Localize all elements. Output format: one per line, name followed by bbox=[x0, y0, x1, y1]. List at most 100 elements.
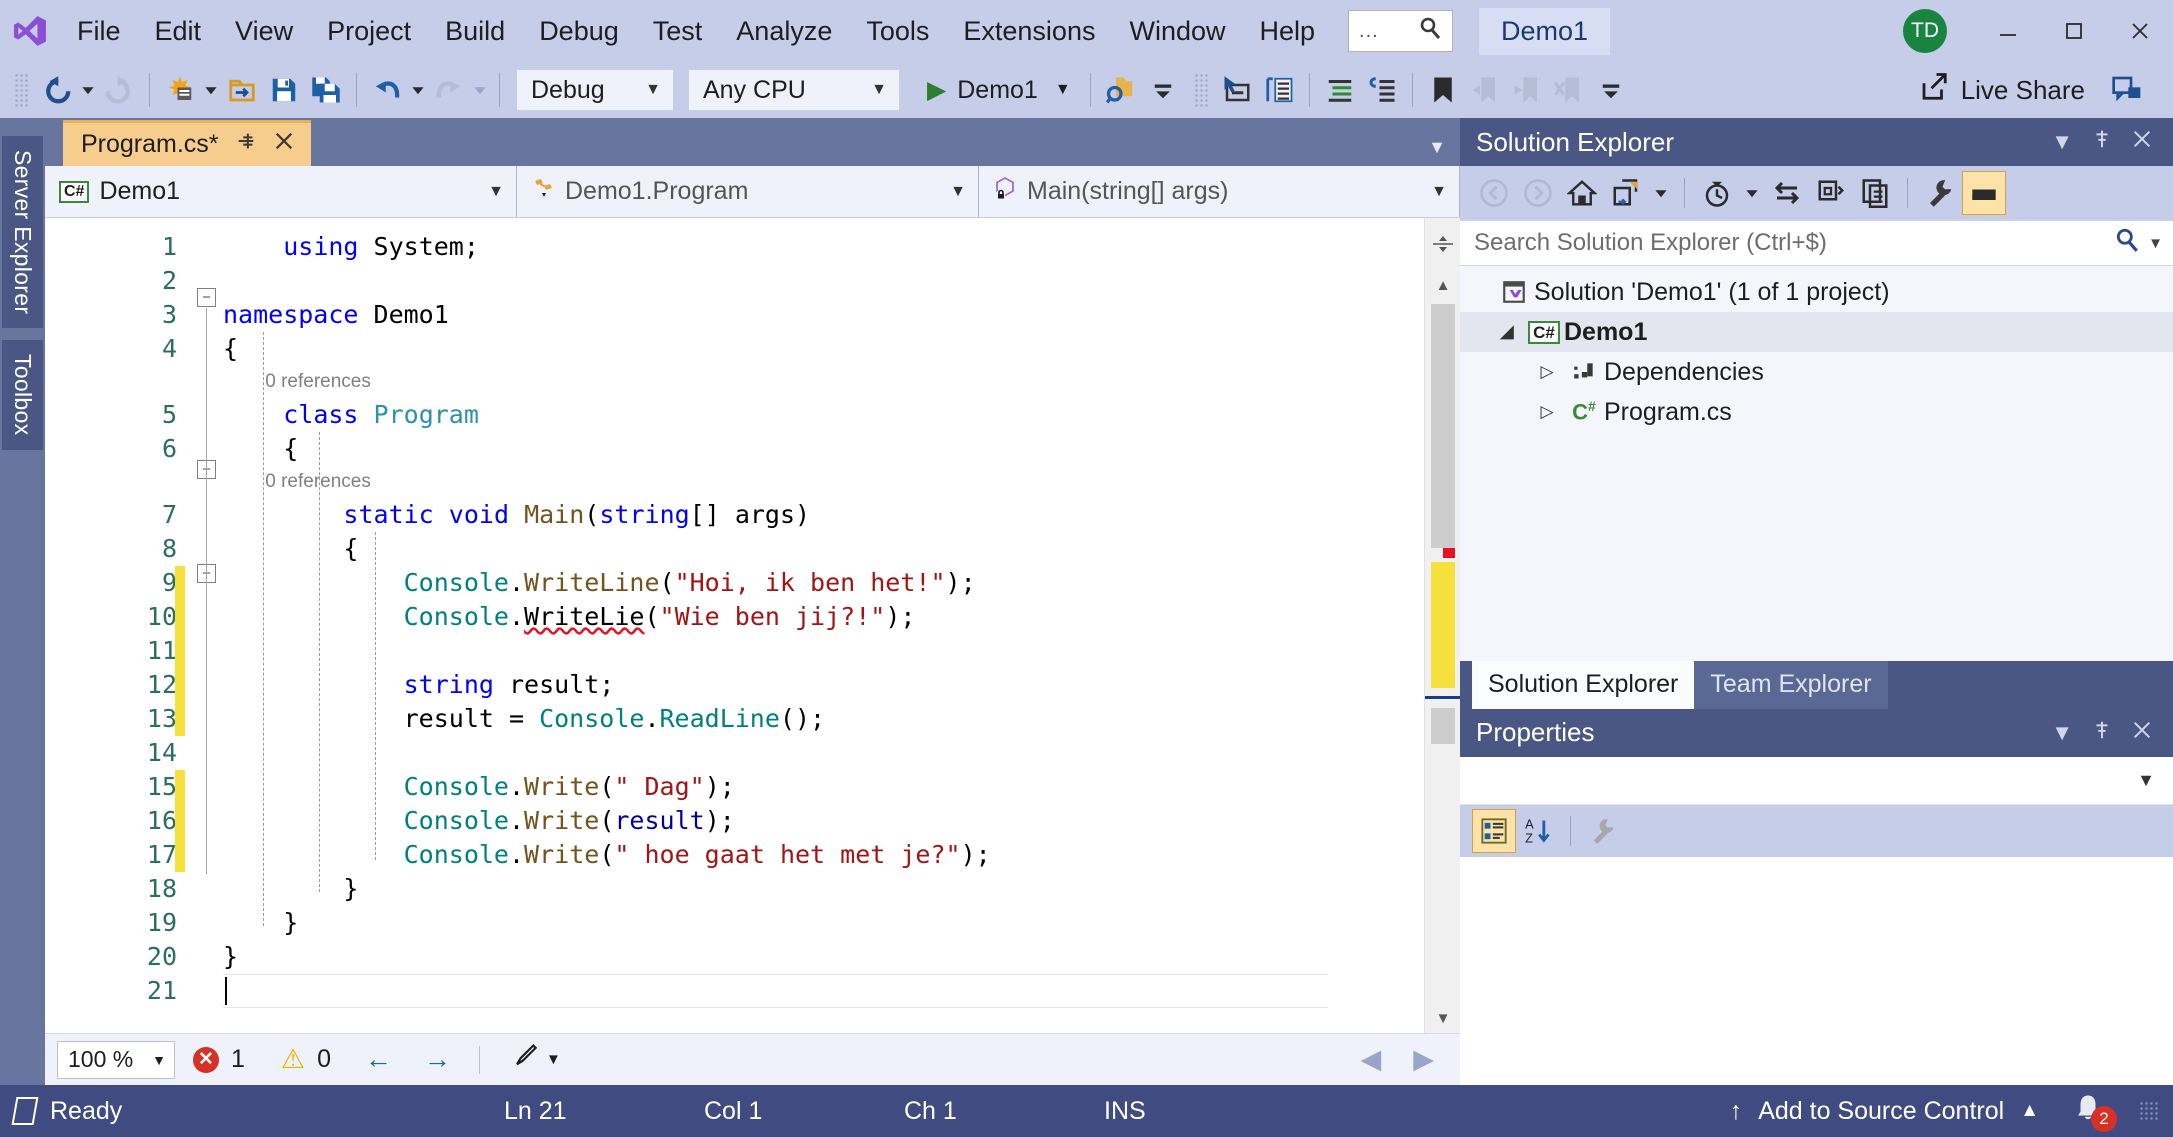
code-editor[interactable]: 1234 56 7 8 9 10 11 12 13 14 15 16 17 18 19 20 21 − − … bbox=[45, 218, 1460, 1033]
chevron-collapsed-icon[interactable]: ▷ bbox=[1530, 362, 1564, 382]
search-solution-explorer-input[interactable]: Search Solution Explorer (Ctrl+$) ▼ bbox=[1460, 220, 2173, 266]
code-line[interactable] bbox=[223, 634, 1424, 668]
menu-item-window[interactable]: Window bbox=[1112, 0, 1242, 62]
tree-node-project-demo1[interactable]: ◢ C# Demo1 bbox=[1460, 312, 2173, 352]
uncomment-icon[interactable] bbox=[1361, 69, 1403, 111]
scroll-up-icon[interactable]: ▲ bbox=[1425, 270, 1460, 300]
code-line[interactable]: } bbox=[223, 940, 1424, 974]
toolbar-grip[interactable] bbox=[1193, 73, 1208, 107]
tab-solution-explorer[interactable]: Solution Explorer bbox=[1472, 660, 1695, 709]
solution-tree[interactable]: Solution 'Demo1' (1 of 1 project) ◢ C# D… bbox=[1460, 266, 2173, 661]
code-line[interactable] bbox=[223, 736, 1424, 770]
editor-vertical-scrollbar[interactable]: ▲ ▼ bbox=[1424, 218, 1460, 1033]
code-line[interactable]: namespace Demo1 bbox=[223, 298, 1424, 332]
code-text[interactable]: using System; namespace Demo1{ 0 referen… bbox=[223, 218, 1424, 1033]
error-count-item[interactable]: ✕ 1 bbox=[175, 1045, 263, 1074]
chevron-down-icon[interactable]: ▼ bbox=[1428, 137, 1446, 158]
scrollbar-thumb[interactable] bbox=[1431, 304, 1455, 548]
add-to-source-control-button[interactable]: ↑ Add to Source Control ▲ bbox=[1714, 1097, 2055, 1126]
previous-issue-icon[interactable]: ← bbox=[349, 1044, 408, 1075]
chevron-down-icon[interactable]: ▼ bbox=[2051, 129, 2073, 155]
close-icon[interactable] bbox=[2131, 128, 2153, 156]
navigate-back-icon[interactable] bbox=[36, 69, 78, 111]
scroll-down-icon[interactable]: ▼ bbox=[1425, 1003, 1460, 1033]
menu-item-extensions[interactable]: Extensions bbox=[946, 0, 1112, 62]
chevron-down-icon[interactable] bbox=[1648, 171, 1674, 215]
navbar-project-dropdown[interactable]: C# Demo1 ▼ bbox=[45, 166, 517, 217]
pending-changes-icon[interactable] bbox=[1604, 171, 1648, 215]
chevron-expanded-icon[interactable]: ◢ bbox=[1490, 322, 1524, 342]
scroll-right-icon[interactable]: ▶ bbox=[1397, 1044, 1460, 1075]
search-icon[interactable] bbox=[2114, 227, 2148, 260]
alphabetical-sort-icon[interactable]: AZ bbox=[1516, 809, 1560, 853]
menu-item-project[interactable]: Project bbox=[310, 0, 428, 62]
new-project-dropdown-icon[interactable] bbox=[201, 83, 221, 97]
pointer-box-icon[interactable] bbox=[1216, 69, 1258, 111]
code-line[interactable]: Console.Write(" Dag"); bbox=[223, 770, 1424, 804]
editor-split-handle[interactable] bbox=[1425, 218, 1460, 270]
properties-grid[interactable] bbox=[1460, 856, 2173, 1085]
code-line[interactable]: { bbox=[223, 432, 1424, 466]
fold-toggle-namespace[interactable]: − bbox=[197, 288, 216, 307]
code-line[interactable]: using System; bbox=[223, 230, 1424, 264]
code-line[interactable]: Console.WriteLine("Hoi, ik ben het!"); bbox=[223, 566, 1424, 600]
toolbar-grip[interactable] bbox=[14, 73, 28, 107]
menu-item-edit[interactable]: Edit bbox=[138, 0, 219, 62]
search-folder-icon[interactable] bbox=[1100, 69, 1142, 111]
chevron-down-icon[interactable] bbox=[1739, 171, 1765, 215]
chevron-down-icon[interactable]: ▼ bbox=[2051, 720, 2073, 746]
undo-dropdown-icon[interactable] bbox=[408, 83, 428, 97]
menu-item-analyze[interactable]: Analyze bbox=[719, 0, 849, 62]
navbar-type-dropdown[interactable]: Demo1.Program ▼ bbox=[517, 166, 979, 217]
code-line[interactable]: } bbox=[223, 906, 1424, 940]
properties-wrench-icon[interactable] bbox=[1918, 171, 1962, 215]
warning-count-item[interactable]: ⚠ 0 bbox=[263, 1045, 349, 1074]
pin-icon[interactable] bbox=[2091, 719, 2113, 747]
properties-object-dropdown[interactable]: ▼ bbox=[1460, 756, 2173, 805]
chevron-down-icon[interactable]: ▼ bbox=[1055, 81, 1071, 99]
code-line[interactable]: Console.WriteLie("Wie ben jij?!"); bbox=[223, 600, 1424, 634]
navigate-back-dropdown-icon[interactable] bbox=[78, 83, 98, 97]
comment-icon[interactable] bbox=[1319, 69, 1361, 111]
menu-item-test[interactable]: Test bbox=[636, 0, 720, 62]
code-line[interactable]: Console.Write(" hoe gaat het met je?"); bbox=[223, 838, 1424, 872]
toolbar-overflow-icon[interactable] bbox=[1142, 69, 1184, 111]
code-reference-lens[interactable]: 0 references bbox=[223, 466, 1424, 498]
zoom-level-dropdown[interactable]: 100 % ▼ bbox=[57, 1040, 175, 1079]
code-line[interactable] bbox=[223, 264, 1424, 298]
close-icon[interactable] bbox=[2107, 0, 2173, 62]
minimize-icon[interactable] bbox=[1975, 0, 2041, 62]
refresh-icon[interactable] bbox=[1809, 171, 1853, 215]
code-line[interactable]: } bbox=[223, 872, 1424, 906]
menu-item-help[interactable]: Help bbox=[1243, 0, 1333, 62]
toolbar-overflow-icon[interactable] bbox=[1590, 69, 1632, 111]
document-tab-program-cs[interactable]: Program.cs* bbox=[63, 120, 311, 166]
sidebar-item-toolbox[interactable]: Toolbox bbox=[2, 340, 43, 450]
menu-item-file[interactable]: File bbox=[60, 0, 138, 62]
resize-grip[interactable] bbox=[2139, 1101, 2159, 1121]
menu-item-debug[interactable]: Debug bbox=[522, 0, 636, 62]
tree-node-solution[interactable]: Solution 'Demo1' (1 of 1 project) bbox=[1460, 272, 2173, 312]
indent-icon[interactable] bbox=[1258, 69, 1300, 111]
avatar[interactable]: TD bbox=[1903, 9, 1947, 53]
code-line[interactable]: result = Console.ReadLine(); bbox=[223, 702, 1424, 736]
code-line[interactable]: string result; bbox=[223, 668, 1424, 702]
code-line[interactable]: { bbox=[223, 532, 1424, 566]
save-all-icon[interactable] bbox=[305, 69, 347, 111]
open-file-icon[interactable] bbox=[221, 69, 263, 111]
code-line[interactable]: static void Main(string[] args) bbox=[223, 498, 1424, 532]
menu-item-tools[interactable]: Tools bbox=[849, 0, 946, 62]
solution-configuration-dropdown[interactable]: Debug ▼ bbox=[516, 69, 674, 111]
close-icon[interactable] bbox=[273, 130, 295, 159]
code-line[interactable]: Console.Write(result); bbox=[223, 804, 1424, 838]
code-line[interactable]: { bbox=[223, 332, 1424, 366]
chevron-collapsed-icon[interactable]: ▷ bbox=[1530, 402, 1564, 422]
formatting-brush-button[interactable]: ▼ bbox=[492, 1042, 579, 1077]
home-icon[interactable] bbox=[1560, 171, 1604, 215]
menu-item-build[interactable]: Build bbox=[428, 0, 522, 62]
navbar-member-dropdown[interactable]: Main(string[] args) ▼ bbox=[979, 166, 1460, 217]
pin-icon[interactable] bbox=[2091, 128, 2113, 156]
next-issue-icon[interactable]: → bbox=[408, 1044, 467, 1075]
start-debugging-button[interactable]: ▶ Demo1 ▼ bbox=[917, 69, 1081, 111]
categorized-view-icon[interactable] bbox=[1472, 808, 1516, 853]
